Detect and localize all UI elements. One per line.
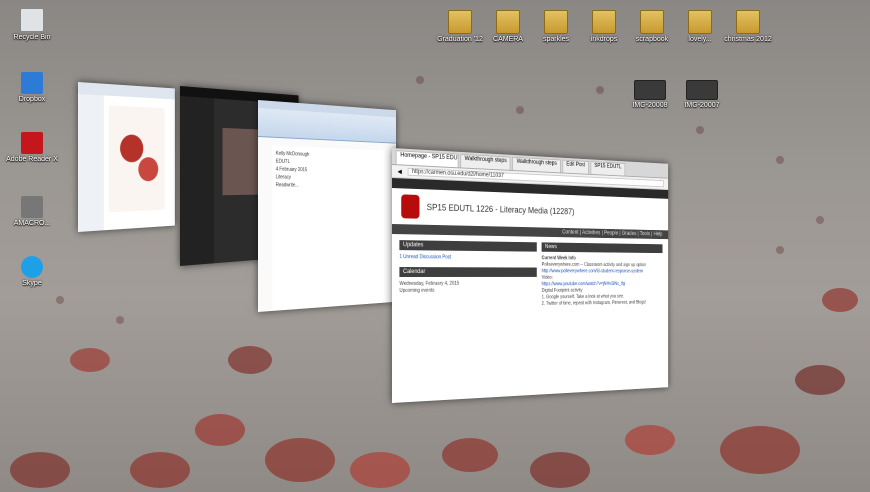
browser-tab[interactable]: Walkthrough steps <box>512 156 561 173</box>
desktop-icon-adobe-reader[interactable]: Adobe Reader X <box>2 132 62 163</box>
folder-icon <box>640 10 664 34</box>
desktop-icon-label: IMG-20008 <box>632 102 668 109</box>
desktop-icon-label: Adobe Reader X <box>6 156 58 163</box>
course-title: SP15 EDUTL 1226 - Literacy Media (12287) <box>426 202 575 217</box>
recycle-bin-icon <box>20 8 44 32</box>
right-column: News Current Week Info Pollseverywhere.c… <box>541 242 663 307</box>
desktop-icon-aw-macro[interactable]: AMACRO... <box>2 196 62 227</box>
window-browser[interactable]: Homepage - SP15 EDUTL Walkthrough steps … <box>392 148 669 403</box>
desktop-icon-label: Dropbox <box>18 96 46 103</box>
desktop-icon-label: scrapbook <box>635 36 669 43</box>
browser-tab[interactable]: Edit Post <box>562 159 589 174</box>
desktop-icon-label: inkdrops <box>590 36 618 43</box>
desktop-icon-label: christmas 2012 <box>724 36 772 43</box>
calendar-header: Calendar <box>399 267 537 277</box>
doc-line: Readwrite... <box>275 182 299 189</box>
updates-header: Updates <box>399 240 537 252</box>
word-document-page: Kelly McDonough EDUTL 4 February 2015 Li… <box>272 145 385 312</box>
desktop-icon-recycle-bin[interactable]: Recycle Bin <box>2 8 62 41</box>
folder-icon <box>496 10 520 34</box>
folder-icon <box>736 10 760 34</box>
twitter-step: 2. Twitter of time, repeat with Instagra… <box>541 299 647 307</box>
application-icon <box>21 196 43 218</box>
back-icon[interactable]: ◀ <box>398 168 402 175</box>
window-explorer[interactable] <box>78 82 175 232</box>
explorer-sidebar <box>78 94 104 232</box>
updates-item[interactable]: 1 Unread Discussion Post <box>399 254 536 262</box>
desktop-icon-label: AMACRO... <box>13 220 51 227</box>
dropbox-icon <box>21 72 43 94</box>
desktop-icon-label: CAMERA <box>493 36 523 43</box>
browser-tab[interactable]: SP15 EDUTL <box>590 161 626 176</box>
folder-icon <box>592 10 616 34</box>
folder-icon <box>544 10 568 34</box>
image-icon <box>634 80 666 100</box>
browser-tab[interactable]: Walkthrough steps <box>460 153 511 170</box>
desktop-icon-skype[interactable]: Skype <box>2 256 62 287</box>
window-word[interactable]: Kelly McDonough EDUTL 4 February 2015 Li… <box>258 100 397 312</box>
desktop-icon-label: Graduation '12 <box>437 36 483 43</box>
folder-icon <box>448 10 472 34</box>
skype-icon <box>21 256 43 278</box>
desktop-icon-label: Recycle Bin <box>13 34 51 41</box>
desktop-icon-label: IMG-20007 <box>684 102 720 109</box>
explorer-content <box>103 95 175 232</box>
desktop-folder-christmas[interactable]: christmas 2012 <box>718 10 778 43</box>
folder-icon <box>688 10 712 34</box>
desktop: Recycle Bin Dropbox Adobe Reader X AMACR… <box>0 0 870 492</box>
desktop-icon-label: lovely... <box>688 36 712 43</box>
wallpaper-preview <box>108 105 165 213</box>
upcoming-events: Upcoming events <box>399 287 435 294</box>
desktop-icon-dropbox[interactable]: Dropbox <box>2 72 62 103</box>
osu-logo-icon <box>401 194 420 219</box>
left-column: Updates 1 Unread Discussion Post Calenda… <box>399 240 537 310</box>
desktop-image-1[interactable]: IMG-20008 <box>620 80 680 109</box>
course-panels: Updates 1 Unread Discussion Post Calenda… <box>392 234 668 316</box>
desktop-image-2[interactable]: IMG-20007 <box>672 80 732 109</box>
news-header: News <box>541 242 663 254</box>
desktop-icon-label: Skype <box>22 280 42 287</box>
player-sidebar <box>180 96 215 266</box>
desktop-icon-label: sparkles <box>542 36 570 43</box>
image-icon <box>686 80 718 100</box>
adobe-reader-icon <box>21 132 43 154</box>
